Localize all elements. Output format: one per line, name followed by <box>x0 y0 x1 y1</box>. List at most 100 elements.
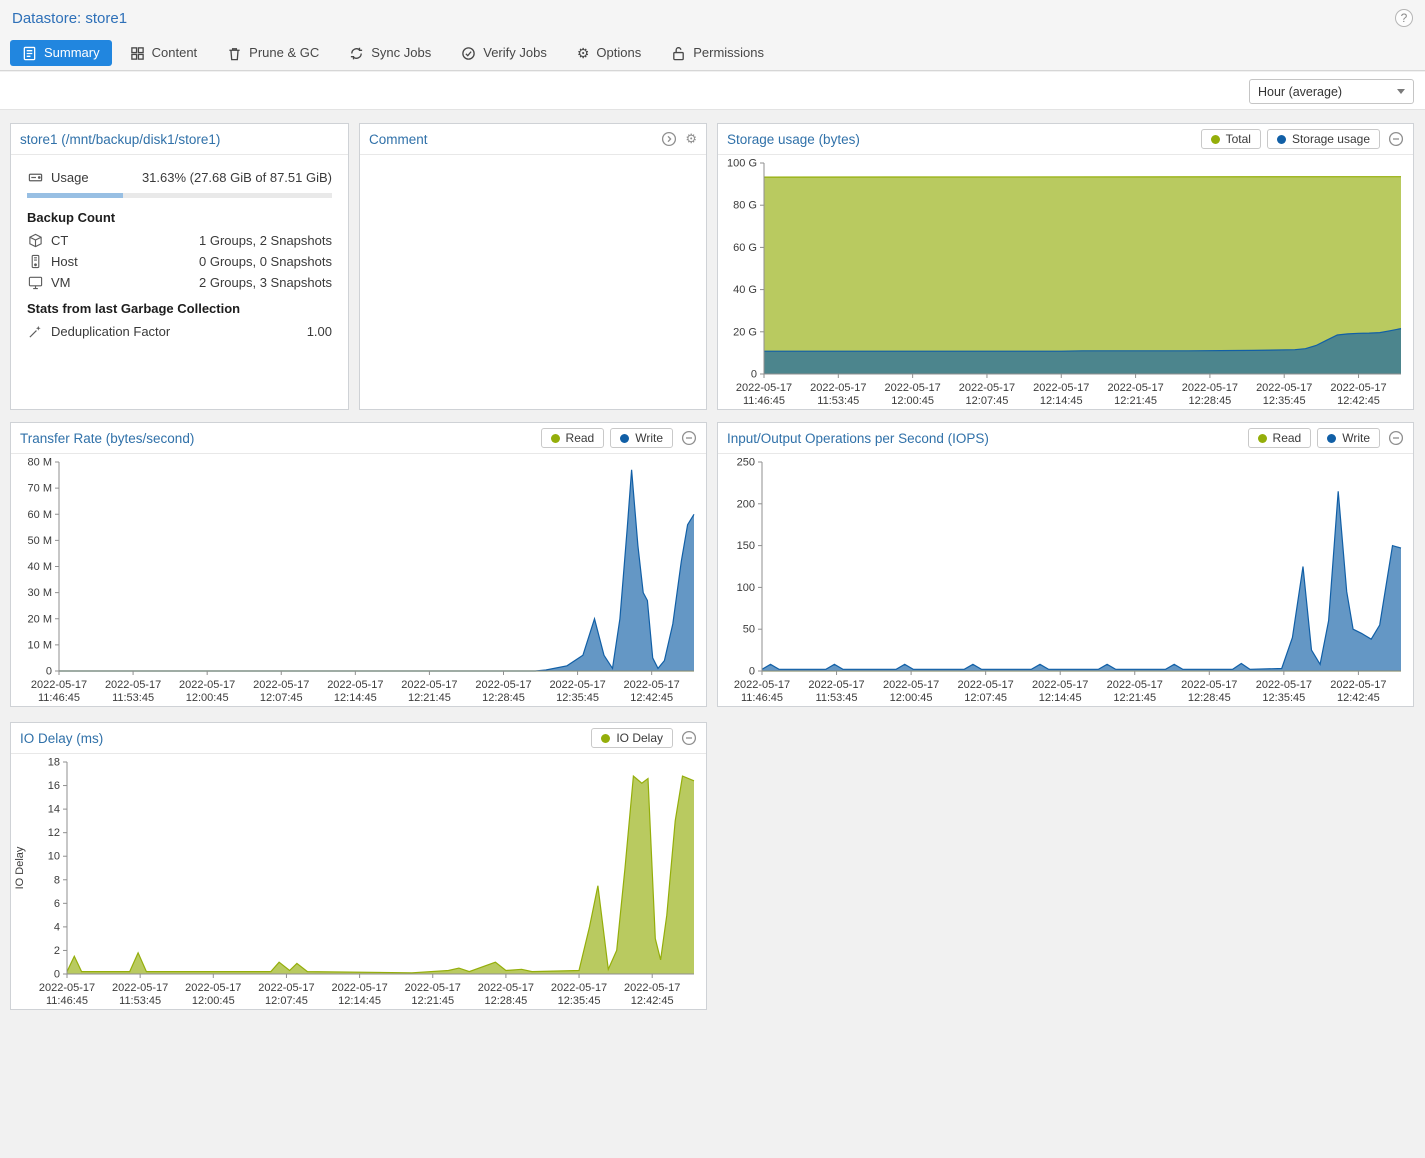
gear-icon[interactable]: ⚙ <box>685 131 697 147</box>
svg-text:11:46:45: 11:46:45 <box>46 995 88 1007</box>
tab-verify-jobs[interactable]: Verify Jobs <box>449 40 559 66</box>
tab-label: Permissions <box>693 45 764 61</box>
backup-count-heading: Backup Count <box>27 210 332 225</box>
help-icon[interactable]: ? <box>1395 9 1413 27</box>
usage-progressbar <box>27 193 332 198</box>
timeframe-value: Hour (average) <box>1258 85 1342 99</box>
legend-label: Storage usage <box>1292 132 1370 146</box>
legend-dot <box>1327 434 1336 443</box>
edit-chevron-icon[interactable] <box>661 131 677 147</box>
svg-text:11:46:45: 11:46:45 <box>38 692 80 704</box>
svg-text:12:00:45: 12:00:45 <box>186 692 229 704</box>
svg-text:2022-05-17: 2022-05-17 <box>551 982 607 994</box>
collapse-icon[interactable] <box>681 430 697 446</box>
svg-text:2022-05-17: 2022-05-17 <box>179 679 235 691</box>
host-label: Host <box>51 254 78 269</box>
gc-stats-heading: Stats from last Garbage Collection <box>27 301 332 316</box>
svg-text:250: 250 <box>737 457 755 469</box>
svg-text:2022-05-17: 2022-05-17 <box>327 679 383 691</box>
tab-prune-gc[interactable]: Prune & GC <box>215 40 331 66</box>
comment-body[interactable] <box>360 155 706 408</box>
svg-text:2022-05-17: 2022-05-17 <box>39 982 95 994</box>
svg-text:11:53:45: 11:53:45 <box>816 692 858 704</box>
svg-text:2022-05-17: 2022-05-17 <box>1107 679 1163 691</box>
legend-dot <box>551 434 560 443</box>
svg-text:14: 14 <box>48 804 60 816</box>
svg-text:80 M: 80 M <box>28 457 52 469</box>
legend-item[interactable]: Total <box>1201 129 1261 149</box>
usage-value: 31.63% (27.68 GiB of 87.51 GiB) <box>142 170 332 185</box>
collapse-icon[interactable] <box>681 730 697 746</box>
legend-item[interactable]: Write <box>610 428 673 448</box>
svg-text:2022-05-17: 2022-05-17 <box>1256 679 1312 691</box>
svg-text:16: 16 <box>48 780 60 792</box>
datastore-summary-body: Usage 31.63% (27.68 GiB of 87.51 GiB) Ba… <box>11 155 348 342</box>
svg-text:12:14:45: 12:14:45 <box>338 995 381 1007</box>
svg-text:2022-05-17: 2022-05-17 <box>475 679 531 691</box>
host-row: Host 0 Groups, 0 Snapshots <box>27 251 332 272</box>
panel-header: IO Delay (ms) IO Delay <box>11 723 706 754</box>
collapse-icon[interactable] <box>1388 131 1404 147</box>
svg-text:11:46:45: 11:46:45 <box>741 692 783 704</box>
tab-sync-jobs[interactable]: Sync Jobs <box>337 40 443 66</box>
grid-icon <box>130 46 145 61</box>
svg-text:12:42:45: 12:42:45 <box>1337 395 1380 407</box>
svg-text:12:14:45: 12:14:45 <box>334 692 377 704</box>
tab-bar: Summary Content Prune & GC Sync Jobs Ver… <box>0 36 1425 71</box>
svg-text:11:46:45: 11:46:45 <box>743 395 785 407</box>
transfer-rate-panel: Transfer Rate (bytes/second) ReadWrite 0… <box>10 422 707 707</box>
legend-item[interactable]: Write <box>1317 428 1380 448</box>
usage-label: Usage <box>51 170 89 185</box>
svg-text:2022-05-17: 2022-05-17 <box>810 382 866 394</box>
legend-item[interactable]: Storage usage <box>1267 129 1380 149</box>
legend-label: Write <box>1342 431 1370 445</box>
legend-item[interactable]: Read <box>1248 428 1312 448</box>
tab-content[interactable]: Content <box>118 40 210 66</box>
timeframe-select[interactable]: Hour (average) <box>1249 79 1414 104</box>
iops-chart: 0501001502002502022-05-1711:46:452022-05… <box>718 454 1413 705</box>
collapse-icon[interactable] <box>1388 430 1404 446</box>
svg-text:20 M: 20 M <box>28 613 52 625</box>
svg-text:2022-05-17: 2022-05-17 <box>258 982 314 994</box>
tab-label: Sync Jobs <box>371 45 431 61</box>
chart-area: 010 M20 M30 M40 M50 M60 M70 M80 M2022-05… <box>11 454 706 708</box>
legend-dot <box>601 734 610 743</box>
panel-title: Comment <box>369 132 653 147</box>
legend-item[interactable]: IO Delay <box>591 728 673 748</box>
svg-text:2022-05-17: 2022-05-17 <box>734 679 790 691</box>
usage-row: Usage 31.63% (27.68 GiB of 87.51 GiB) <box>27 167 332 188</box>
svg-text:12:42:45: 12:42:45 <box>630 692 673 704</box>
tab-label: Verify Jobs <box>483 45 547 61</box>
legend-dot <box>1277 135 1286 144</box>
svg-text:50 M: 50 M <box>28 535 52 547</box>
host-value: 0 Groups, 0 Snapshots <box>199 254 332 269</box>
legend-item[interactable]: Read <box>541 428 605 448</box>
svg-text:2022-05-17: 2022-05-17 <box>1107 382 1163 394</box>
svg-text:40 M: 40 M <box>28 561 52 573</box>
svg-text:0: 0 <box>46 666 52 678</box>
top-header: Datastore: store1 ? <box>0 0 1425 36</box>
svg-text:12:42:45: 12:42:45 <box>631 995 674 1007</box>
dedup-value: 1.00 <box>307 324 332 339</box>
svg-text:2022-05-17: 2022-05-17 <box>1033 382 1089 394</box>
svg-text:12:21:45: 12:21:45 <box>1113 692 1156 704</box>
svg-text:2022-05-17: 2022-05-17 <box>883 679 939 691</box>
legend-label: Read <box>1273 431 1302 445</box>
tab-summary[interactable]: Summary <box>10 40 112 66</box>
tab-options[interactable]: ⚙ Options <box>565 40 653 66</box>
svg-text:30 M: 30 M <box>28 587 52 599</box>
vm-value: 2 Groups, 3 Snapshots <box>199 275 332 290</box>
summary-icon <box>22 46 37 61</box>
chart-area: 020 G40 G60 G80 G100 G2022-05-1711:46:45… <box>718 155 1413 411</box>
host-server-icon <box>27 254 43 269</box>
svg-text:12:14:45: 12:14:45 <box>1040 395 1083 407</box>
svg-text:18: 18 <box>48 757 60 769</box>
tab-permissions[interactable]: Permissions <box>659 40 776 66</box>
chevron-down-icon <box>1397 89 1405 94</box>
svg-text:12:00:45: 12:00:45 <box>891 395 934 407</box>
svg-text:0: 0 <box>751 369 757 381</box>
legend-dot <box>1211 135 1220 144</box>
svg-text:10 M: 10 M <box>28 639 52 651</box>
svg-text:50: 50 <box>743 624 755 636</box>
svg-text:2022-05-17: 2022-05-17 <box>624 679 680 691</box>
